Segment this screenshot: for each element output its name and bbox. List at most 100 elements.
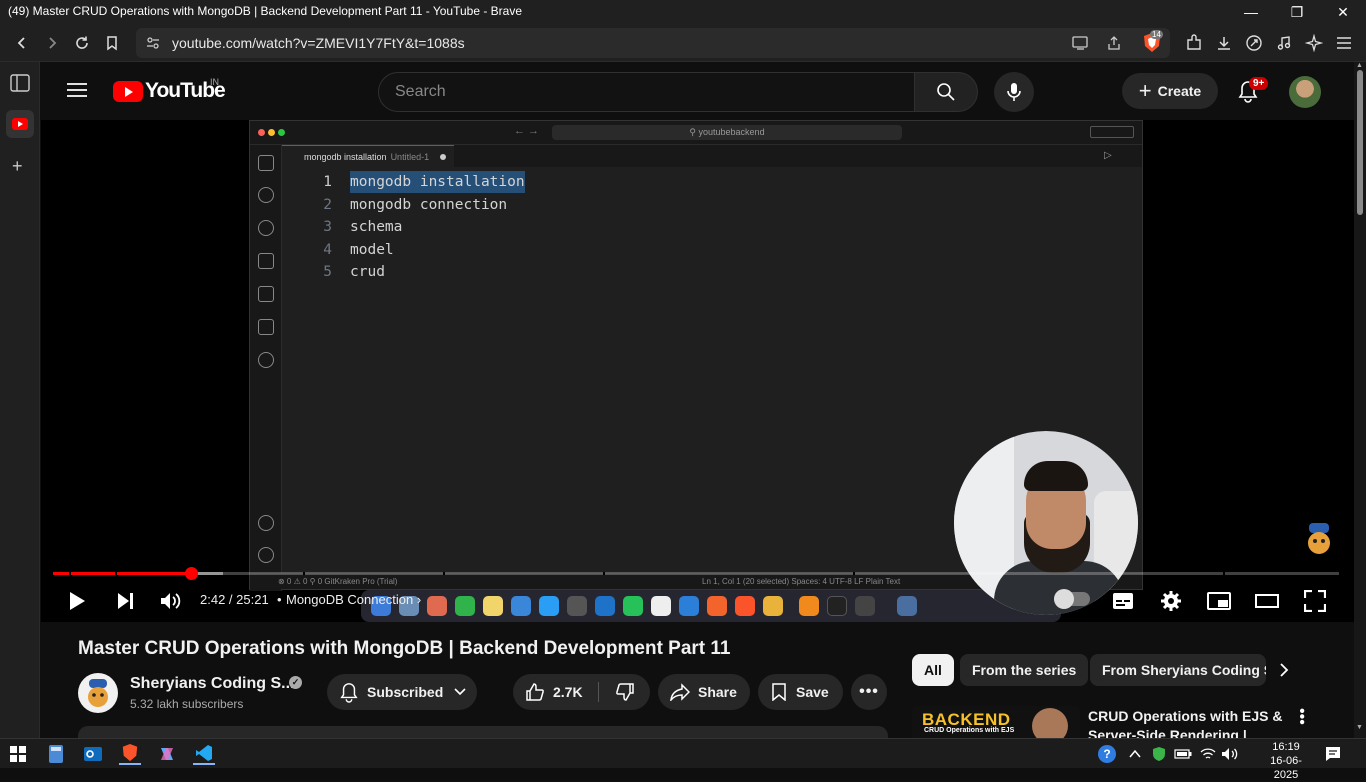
save-button[interactable]: Save <box>758 674 843 710</box>
page-scrollbar[interactable]: ▲ ▼ <box>1354 62 1366 738</box>
player-controls: 2:42 / 25:21 • MongoDB Connection › <box>41 580 1354 622</box>
window-title: (49) Master CRUD Operations with MongoDB… <box>8 4 523 18</box>
bell-outline-icon <box>340 683 358 703</box>
theater-mode-button[interactable] <box>1253 587 1281 615</box>
subscribe-button[interactable]: Subscribed <box>327 674 477 710</box>
country-code: IN <box>210 77 219 87</box>
youtube-logo-icon[interactable] <box>113 81 143 102</box>
more-actions-button[interactable]: ••• <box>851 674 887 710</box>
copilot-icon[interactable] <box>156 743 178 765</box>
close-icon[interactable]: ✕ <box>1320 0 1366 24</box>
unsaved-dot-icon <box>440 154 446 160</box>
settings-button[interactable] <box>1157 587 1185 615</box>
battery-icon[interactable] <box>1172 743 1194 765</box>
search-input[interactable]: Search <box>378 72 915 112</box>
channel-name[interactable]: Sheryians Coding S... <box>130 675 294 693</box>
bookmark-icon[interactable] <box>101 32 123 54</box>
editor-tab: mongodb installation Untitled-1 <box>282 145 454 167</box>
fullscreen-icon <box>1304 590 1326 612</box>
windows-start-icon[interactable] <box>7 743 29 765</box>
miniplayer-button[interactable] <box>1205 587 1233 615</box>
speaker-icon[interactable] <box>1219 743 1241 765</box>
scroll-up-icon[interactable]: ▲ <box>1356 62 1363 69</box>
address-bar[interactable]: youtube.com/watch?v=ZMEVI1Y7FtY&t=1088s … <box>136 28 1170 58</box>
scrollbar-thumb[interactable] <box>1357 70 1363 215</box>
chevron-right-icon[interactable] <box>1278 660 1290 685</box>
chip-from-channel[interactable]: From Sheryians Coding S <box>1090 654 1266 686</box>
music-icon[interactable] <box>1273 32 1295 54</box>
extensions-icon[interactable] <box>1183 32 1205 54</box>
sidebar-toggle-icon[interactable] <box>10 74 30 97</box>
code-line: 5 crud <box>282 261 1082 283</box>
next-button[interactable] <box>111 587 139 615</box>
sidebar-add-icon[interactable]: + <box>12 156 23 177</box>
code-line: 3 schema <box>282 216 1082 238</box>
calculator-icon[interactable] <box>45 743 67 765</box>
subscribed-label: Subscribed <box>367 684 444 700</box>
chip-from-series[interactable]: From the series <box>960 654 1089 686</box>
chapter-title[interactable]: MongoDB Connection › <box>286 592 421 607</box>
more-horizontal-icon: ••• <box>859 683 879 700</box>
wifi-icon[interactable] <box>1197 743 1219 765</box>
verified-icon: ✓ <box>289 676 302 689</box>
outlook-icon[interactable] <box>82 743 104 765</box>
avatar[interactable] <box>1289 76 1321 108</box>
search-button[interactable] <box>914 72 978 112</box>
vscode-activity-bar <box>250 145 282 591</box>
leo-ai-icon[interactable] <box>1303 32 1325 54</box>
volume-button[interactable] <box>157 587 185 615</box>
share-button[interactable]: Share <box>658 674 750 710</box>
subtitles-button[interactable] <box>1109 587 1137 615</box>
vpn-icon[interactable] <box>1243 32 1265 54</box>
recommendation-thumbnail[interactable]: BACKEND CRUD Operations with EJS <box>912 706 1080 738</box>
recommendation-title[interactable]: CRUD Operations with EJS & Server-Side R… <box>1088 707 1288 738</box>
svg-text:?: ? <box>1103 747 1110 761</box>
minimize-dot-icon <box>268 129 275 136</box>
editor-tab-name: mongodb installation <box>304 152 387 162</box>
back-icon[interactable] <box>11 32 33 54</box>
sidebar-youtube-icon[interactable] <box>6 110 34 138</box>
window-title-bar: (49) Master CRUD Operations with MongoDB… <box>0 0 1366 24</box>
subtitles-icon <box>1113 593 1133 609</box>
play-button[interactable] <box>63 587 91 615</box>
reload-icon[interactable] <box>71 32 93 54</box>
thumbnail-face <box>1032 708 1068 738</box>
forward-icon[interactable] <box>41 32 63 54</box>
fullscreen-button[interactable] <box>1301 587 1329 615</box>
vscode-taskbar-icon[interactable] <box>193 743 215 765</box>
share-icon <box>670 683 690 701</box>
create-button[interactable]: + Create <box>1122 73 1218 109</box>
chip-all[interactable]: All <box>912 654 954 686</box>
windows-taskbar: ? 16:19 16-06-2025 <box>0 738 1366 781</box>
share-page-icon[interactable] <box>1106 35 1122 56</box>
system-clock[interactable]: 16:19 16-06-2025 <box>1258 739 1314 782</box>
progress-bar[interactable] <box>53 567 1339 580</box>
plus-icon: + <box>1138 78 1152 103</box>
save-label: Save <box>796 684 829 700</box>
microphone-icon <box>1007 83 1021 101</box>
cast-icon[interactable] <box>1072 35 1090 56</box>
minimize-icon[interactable]: — <box>1228 0 1274 24</box>
site-settings-icon[interactable] <box>146 36 160 55</box>
more-vertical-icon[interactable]: ••• <box>1293 708 1310 725</box>
line-text: model <box>350 241 394 258</box>
channel-avatar[interactable] <box>78 673 118 713</box>
autoplay-toggle[interactable] <box>1054 589 1090 609</box>
voice-search-button[interactable] <box>994 72 1034 112</box>
restore-icon[interactable]: ❐ <box>1274 0 1320 24</box>
dislike-button[interactable] <box>599 674 650 710</box>
chevron-up-icon[interactable] <box>1124 743 1146 765</box>
video-player[interactable]: ← → ⚲ youtubebackend mongodb installatio… <box>41 120 1354 622</box>
scrubber-handle[interactable] <box>184 567 198 580</box>
scroll-down-icon[interactable]: ▼ <box>1356 724 1363 731</box>
download-icon[interactable] <box>1213 32 1235 54</box>
menu-icon[interactable] <box>1333 32 1355 54</box>
security-shield-icon[interactable] <box>1148 743 1170 765</box>
brave-taskbar-icon[interactable] <box>119 743 141 765</box>
guide-menu-icon[interactable] <box>67 82 87 103</box>
channel-watermark-icon[interactable] <box>1305 523 1333 557</box>
help-icon[interactable]: ? <box>1096 743 1118 765</box>
notification-center-icon[interactable] <box>1322 743 1344 765</box>
description-box[interactable] <box>78 726 888 738</box>
like-button[interactable]: 2.7K <box>513 674 598 710</box>
